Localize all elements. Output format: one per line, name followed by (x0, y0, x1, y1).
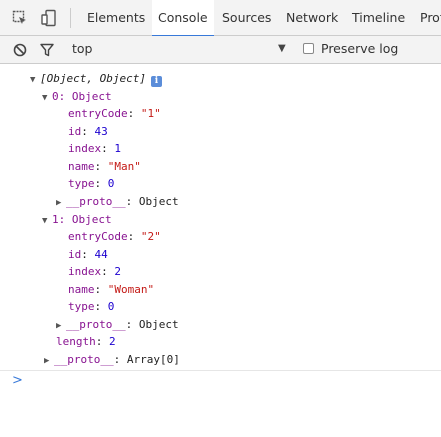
property-value: Object (138, 195, 179, 208)
property-key: length (56, 335, 96, 348)
preserve-log-label[interactable]: Preserve log (321, 41, 398, 56)
object-header: 1: Object (52, 213, 112, 226)
expanded-triangle-icon[interactable]: ▼ (42, 213, 52, 229)
object-header: 0: Object (52, 90, 112, 103)
property-value: 2 (114, 265, 121, 278)
property-key: entryCode (68, 230, 128, 243)
property-row: id: 43 (68, 125, 108, 138)
filter-icon[interactable] (40, 42, 54, 61)
length-row: length: 2 (56, 335, 116, 348)
property-value: "2" (140, 230, 161, 243)
property-key: __proto__ (54, 353, 114, 366)
console-output: ▼ [Object, Object] i ▼ 0: Object entryCode:… (0, 65, 441, 437)
collapsed-triangle-icon[interactable]: ▶ (44, 353, 54, 369)
property-key: id (68, 248, 82, 261)
property-key: index (68, 265, 102, 278)
property-value: "Woman" (107, 283, 155, 296)
array-proto-row[interactable]: ▶ __proto__: Array[0] (44, 352, 180, 368)
context-dropdown-icon[interactable]: ▼ (278, 43, 286, 54)
property-value: 0 (107, 300, 115, 313)
property-value: 43 (94, 125, 108, 138)
property-row: index: 2 (68, 265, 121, 278)
device-mode-icon[interactable] (41, 9, 59, 31)
console-prompt[interactable]: > (12, 373, 23, 388)
clear-console-icon[interactable] (13, 42, 27, 61)
property-value: Array[0] (126, 353, 180, 366)
property-key: type (68, 177, 95, 190)
property-key: entryCode (68, 107, 128, 120)
property-row: type: 0 (68, 300, 115, 313)
property-row: type: 0 (68, 177, 115, 190)
property-value: 0 (107, 177, 115, 190)
property-value: 44 (94, 248, 108, 261)
array-summary: [Object, Object] (40, 72, 146, 85)
collapsed-triangle-icon[interactable]: ▶ (56, 318, 66, 334)
devtools-tabbar: Elements Console Sources Network Timelin… (0, 0, 441, 37)
tab-elements[interactable]: Elements (87, 0, 145, 36)
preserve-log-checkbox[interactable] (303, 43, 314, 54)
tab-timeline[interactable]: Timeline (352, 0, 405, 36)
context-selector[interactable]: top (72, 41, 92, 56)
tab-profiles[interactable]: Profi (420, 0, 441, 36)
property-key: id (68, 125, 82, 138)
property-key: __proto__ (66, 195, 126, 208)
property-row: entryCode: "2" (68, 230, 161, 243)
property-value: "Man" (107, 160, 141, 173)
expanded-triangle-icon[interactable]: ▼ (42, 90, 52, 106)
property-row: index: 1 (68, 142, 121, 155)
property-row: entryCode: "1" (68, 107, 161, 120)
proto-row[interactable]: ▶ __proto__: Object (56, 317, 179, 333)
object-row-0[interactable]: ▼ 0: Object (42, 89, 112, 105)
property-value: 1 (114, 142, 121, 155)
property-value: 2 (109, 335, 116, 348)
tab-sources[interactable]: Sources (222, 0, 271, 36)
tab-network[interactable]: Network (286, 0, 338, 36)
property-row: id: 44 (68, 248, 108, 261)
console-divider (0, 370, 441, 371)
toolbar-separator (70, 8, 71, 28)
proto-row[interactable]: ▶ __proto__: Object (56, 194, 179, 210)
expanded-triangle-icon[interactable]: ▼ (30, 72, 40, 88)
console-toolbar: top ▼ Preserve log (0, 36, 441, 64)
collapsed-triangle-icon[interactable]: ▶ (56, 195, 66, 211)
property-value: Object (138, 318, 179, 331)
property-key: type (68, 300, 95, 313)
property-row: name: "Woman" (68, 283, 155, 296)
array-summary-row[interactable]: ▼ [Object, Object] i (30, 71, 162, 87)
property-key: __proto__ (66, 318, 126, 331)
info-icon[interactable]: i (150, 76, 162, 87)
object-row-1[interactable]: ▼ 1: Object (42, 212, 112, 228)
property-value: "1" (140, 107, 161, 120)
property-row: name: "Man" (68, 160, 141, 173)
property-key: index (68, 142, 102, 155)
inspect-element-icon[interactable] (12, 10, 28, 30)
property-key: name (68, 283, 95, 296)
tab-console[interactable]: Console (152, 0, 214, 37)
property-key: name (68, 160, 95, 173)
